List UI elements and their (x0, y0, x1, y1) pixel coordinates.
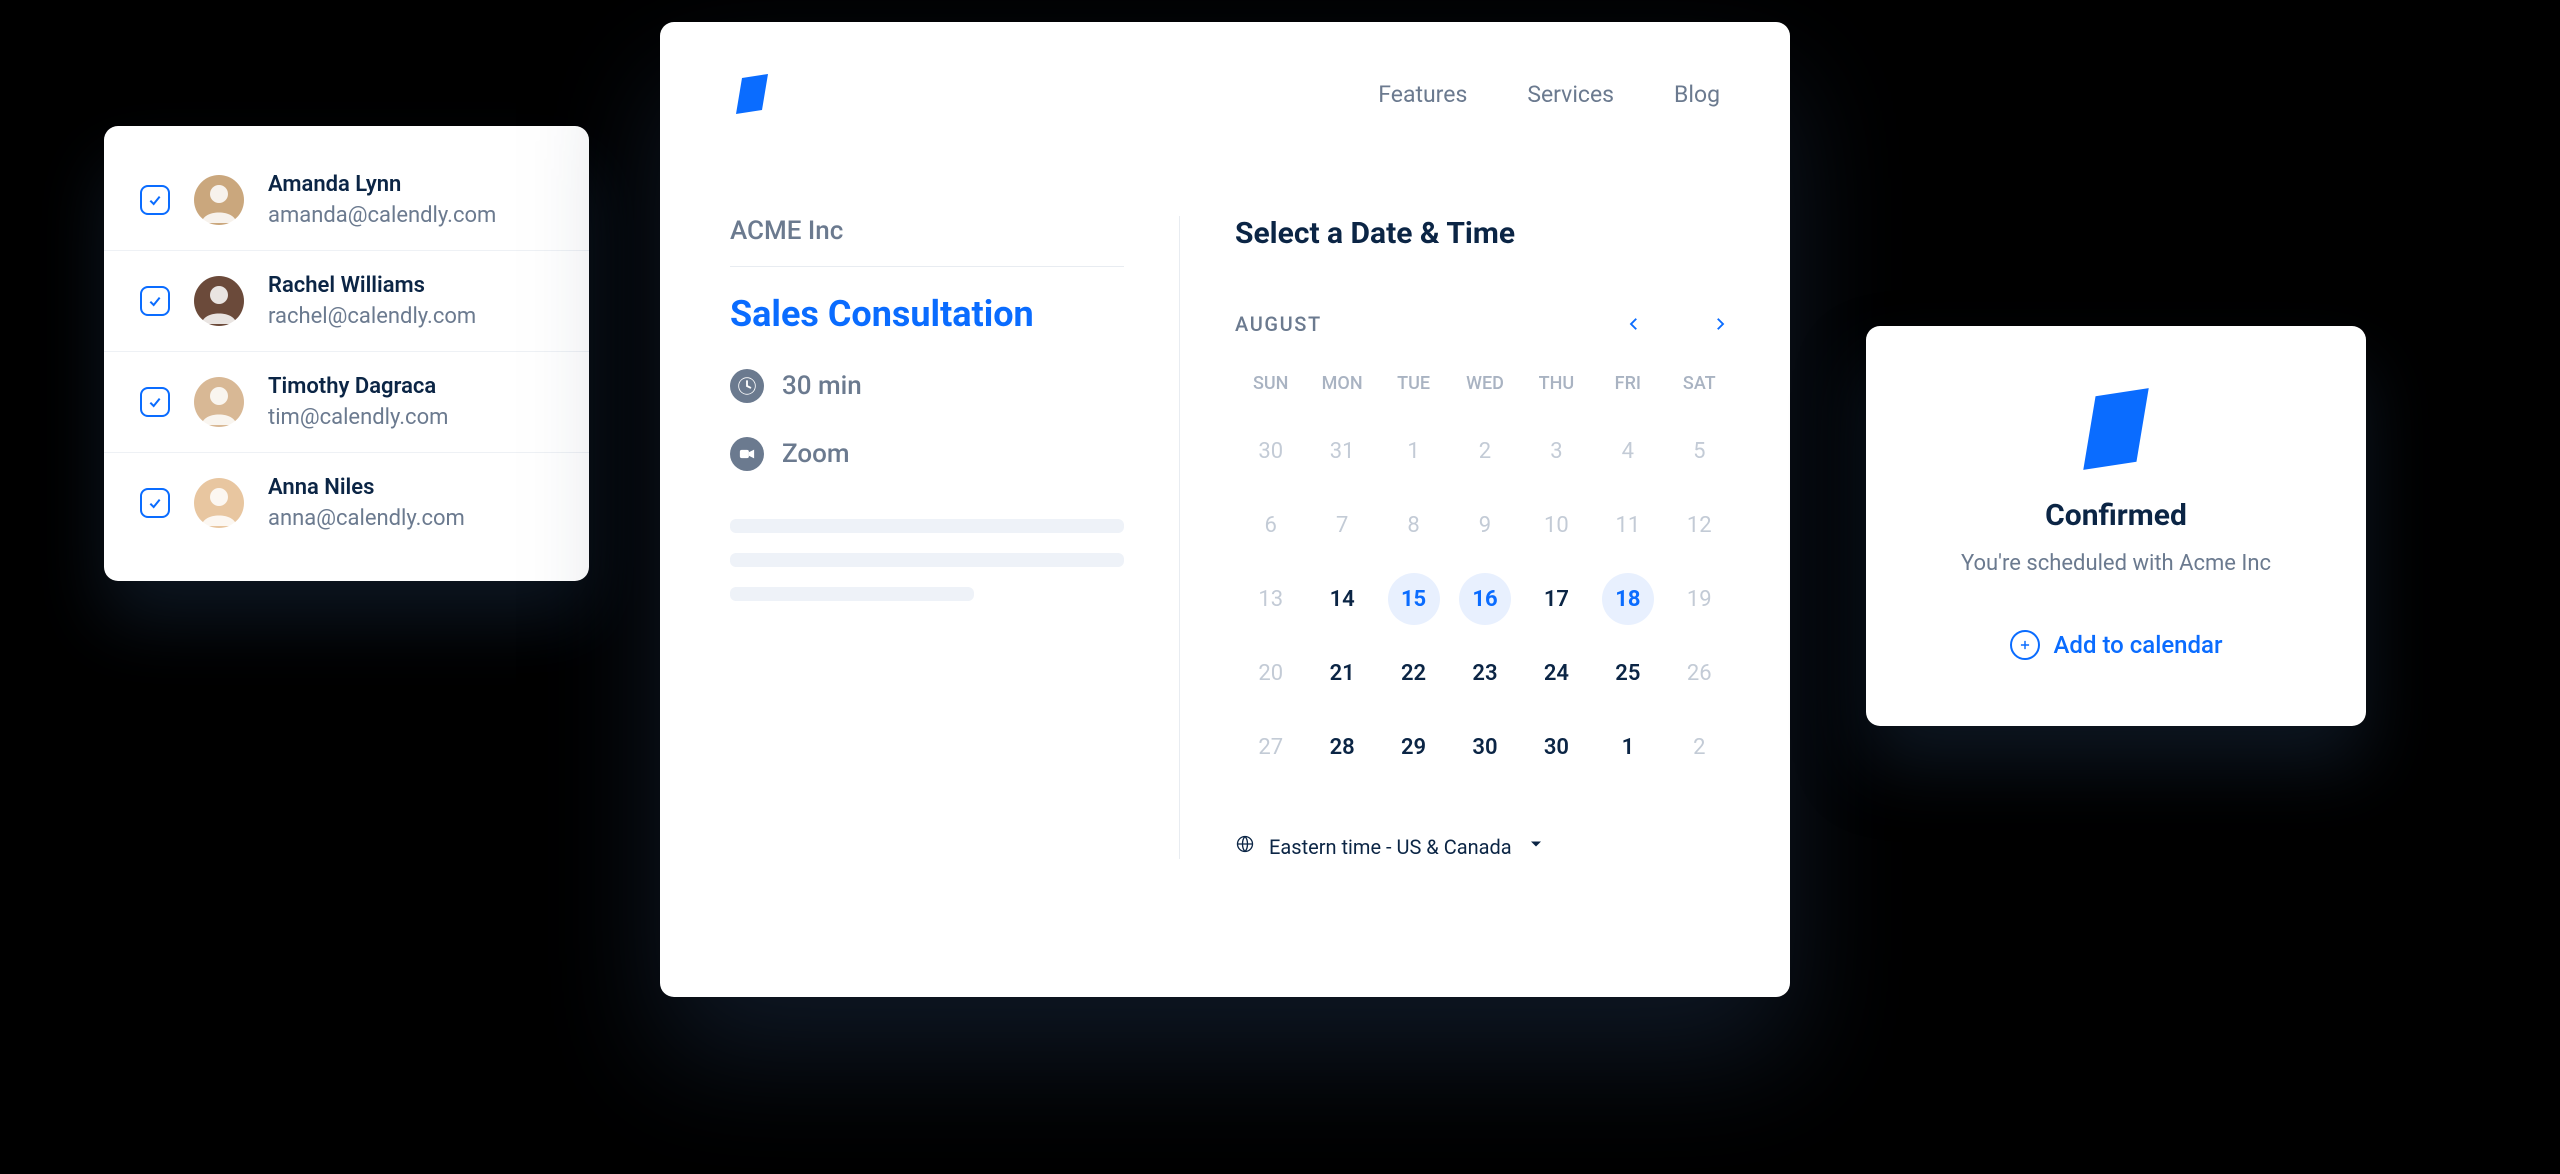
user-name: Anna Niles (268, 475, 465, 500)
month-label: AUGUST (1235, 312, 1322, 336)
nav-features[interactable]: Features (1378, 81, 1467, 108)
calendar-day: 11 (1592, 498, 1663, 552)
confirmed-title: Confirmed (1896, 498, 2336, 533)
users-card: Amanda Lynn amanda@calendly.com Rachel W… (104, 126, 589, 581)
calendar-day[interactable]: 18 (1592, 572, 1663, 626)
calendar-day: 31 (1306, 424, 1377, 478)
avatar (194, 276, 244, 326)
booking-card: Features Services Blog ACME Inc Sales Co… (660, 22, 1790, 997)
calendar-day: 27 (1235, 720, 1306, 774)
day-of-week-label: THU (1521, 373, 1592, 404)
day-of-week-label: MON (1306, 373, 1377, 404)
calendar-day: 20 (1235, 646, 1306, 700)
confirmation-card: Confirmed You're scheduled with Acme Inc… (1866, 326, 2366, 726)
user-email: anna@calendly.com (268, 506, 465, 531)
calendar-day[interactable]: 15 (1378, 572, 1449, 626)
calendar-day: 19 (1664, 572, 1735, 626)
day-of-week-label: SUN (1235, 373, 1306, 404)
meeting-title: Sales Consultation (730, 293, 1124, 335)
user-name: Amanda Lynn (268, 172, 496, 197)
calendar-day: 2 (1449, 424, 1520, 478)
nav-blog[interactable]: Blog (1674, 81, 1720, 108)
day-of-week-label: WED (1449, 373, 1520, 404)
confirmed-subtitle: You're scheduled with Acme Inc (1896, 551, 2336, 576)
user-row[interactable]: Amanda Lynn amanda@calendly.com (104, 150, 589, 251)
checkbox[interactable] (140, 286, 170, 316)
calendar-day[interactable]: 25 (1592, 646, 1663, 700)
calendar-day: 5 (1664, 424, 1735, 478)
user-row[interactable]: Timothy Dagraca tim@calendly.com (104, 352, 589, 453)
user-row[interactable]: Rachel Williams rachel@calendly.com (104, 251, 589, 352)
calendar-day[interactable]: 29 (1378, 720, 1449, 774)
video-icon (730, 437, 764, 471)
company-label: ACME Inc (730, 216, 1124, 267)
calendar-day: 7 (1306, 498, 1377, 552)
calendar-day[interactable]: 22 (1378, 646, 1449, 700)
calendar-day: 3 (1521, 424, 1592, 478)
calendar-day[interactable]: 28 (1306, 720, 1377, 774)
next-month-button[interactable] (1705, 309, 1735, 339)
user-email: amanda@calendly.com (268, 203, 496, 228)
calendar-day: 9 (1449, 498, 1520, 552)
add-to-calendar-label: Add to calendar (2054, 631, 2223, 659)
checkbox[interactable] (140, 185, 170, 215)
day-of-week-label: FRI (1592, 373, 1663, 404)
calendar-grid: SUNMONTUEWEDTHUFRISAT3031123456789101112… (1235, 373, 1735, 774)
calendar-day[interactable]: 21 (1306, 646, 1377, 700)
nav-services[interactable]: Services (1527, 81, 1614, 108)
calendar-day: 26 (1664, 646, 1735, 700)
calendar-day[interactable]: 17 (1521, 572, 1592, 626)
avatar (194, 175, 244, 225)
brand-logo-icon (730, 72, 774, 116)
day-of-week-label: SAT (1664, 373, 1735, 404)
timezone-selector[interactable]: Eastern time - US & Canada (1235, 834, 1735, 859)
brand-logo-icon (2071, 384, 2161, 474)
calendar-day[interactable]: 30 (1521, 720, 1592, 774)
calendar-day: 13 (1235, 572, 1306, 626)
globe-icon (1235, 834, 1255, 859)
calendar-day[interactable]: 24 (1521, 646, 1592, 700)
add-to-calendar-button[interactable]: Add to calendar (2010, 630, 2223, 660)
calendar-day: 2 (1664, 720, 1735, 774)
plus-icon (2010, 630, 2040, 660)
calendar-day[interactable]: 14 (1306, 572, 1377, 626)
placeholder-lines (730, 519, 1124, 601)
calendar-day[interactable]: 1 (1592, 720, 1663, 774)
checkbox[interactable] (140, 488, 170, 518)
user-name: Rachel Williams (268, 273, 476, 298)
platform-label: Zoom (782, 439, 850, 469)
calendar-day[interactable]: 30 (1449, 720, 1520, 774)
calendar-day: 12 (1664, 498, 1735, 552)
avatar (194, 377, 244, 427)
checkbox[interactable] (140, 387, 170, 417)
timezone-label: Eastern time - US & Canada (1269, 835, 1512, 859)
calendar-day: 10 (1521, 498, 1592, 552)
select-date-title: Select a Date & Time (1235, 216, 1735, 251)
clock-icon (730, 369, 764, 403)
user-name: Timothy Dagraca (268, 374, 448, 399)
user-row[interactable]: Anna Niles anna@calendly.com (104, 453, 589, 553)
avatar (194, 478, 244, 528)
calendar-day: 8 (1378, 498, 1449, 552)
user-email: rachel@calendly.com (268, 304, 476, 329)
duration-label: 30 min (782, 371, 862, 401)
day-of-week-label: TUE (1378, 373, 1449, 404)
calendar-day: 4 (1592, 424, 1663, 478)
prev-month-button[interactable] (1619, 309, 1649, 339)
calendar-day: 6 (1235, 498, 1306, 552)
calendar-day[interactable]: 23 (1449, 646, 1520, 700)
user-email: tim@calendly.com (268, 405, 448, 430)
calendar-day: 1 (1378, 424, 1449, 478)
calendar-day[interactable]: 16 (1449, 572, 1520, 626)
calendar-day: 30 (1235, 424, 1306, 478)
caret-down-icon (1526, 834, 1546, 859)
